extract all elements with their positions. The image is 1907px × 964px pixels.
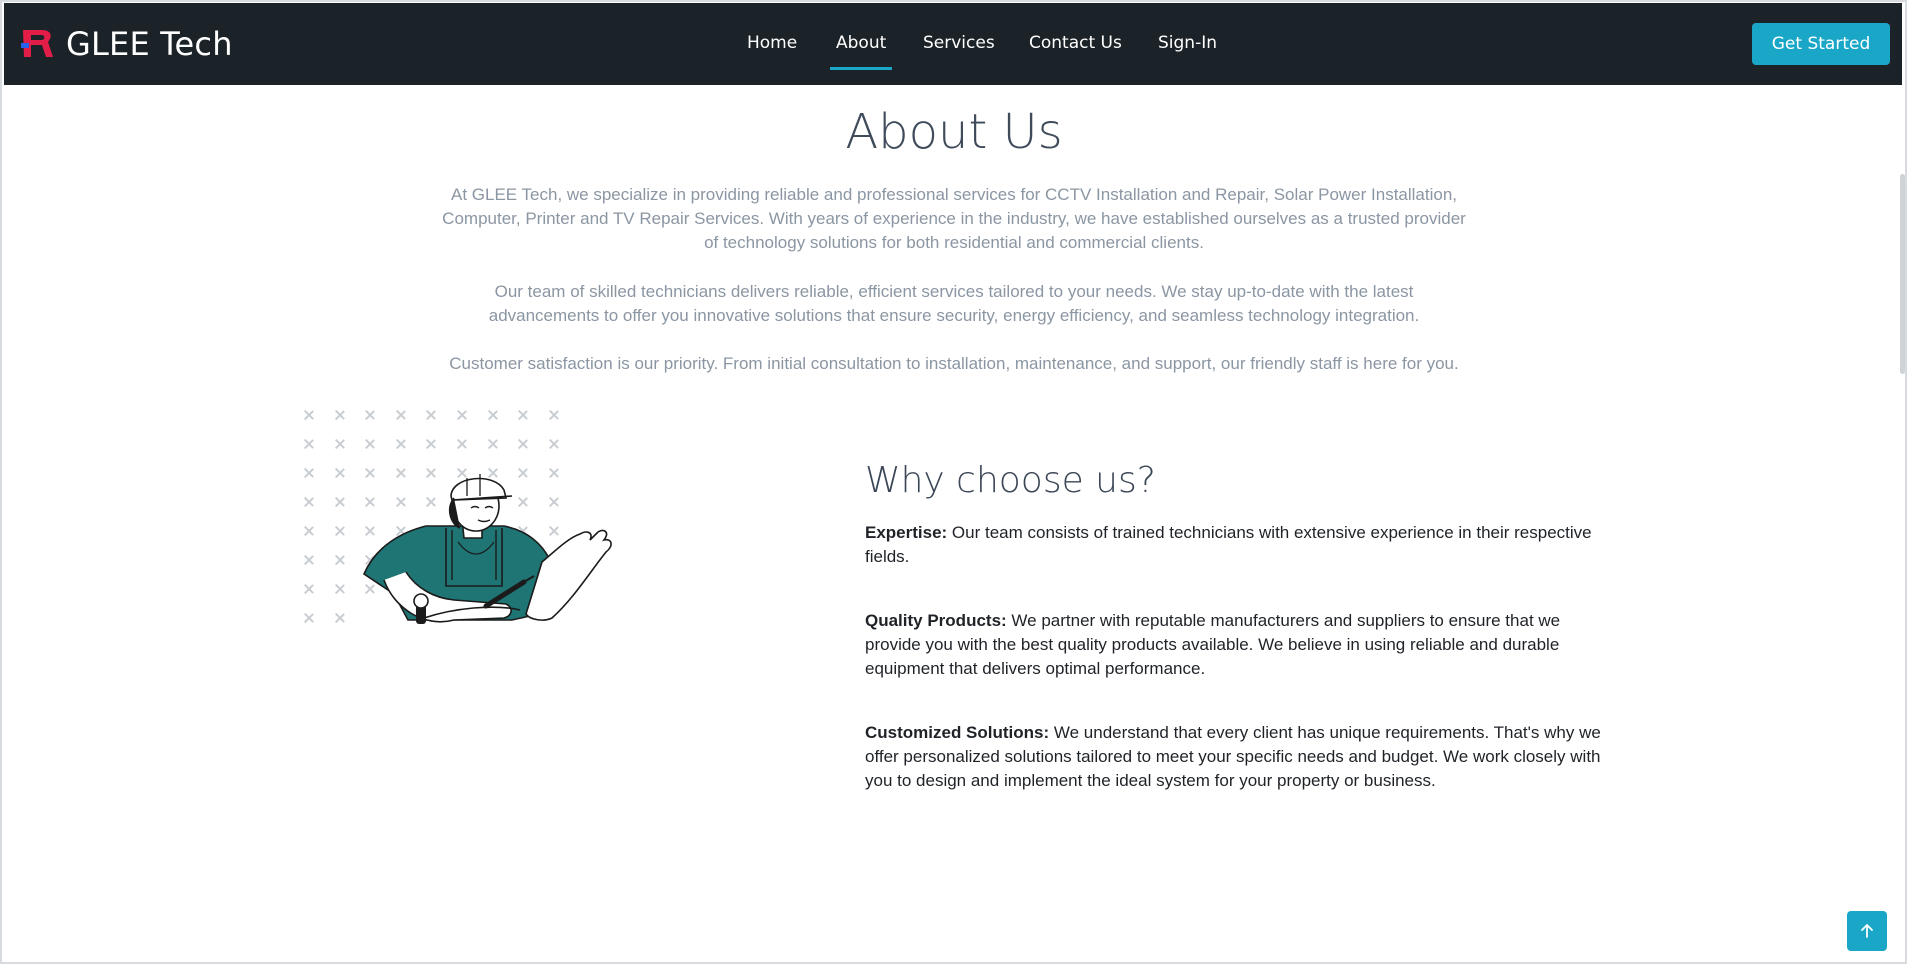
decorative-cross — [518, 410, 528, 420]
decorative-cross — [304, 584, 314, 594]
page-scrollbar[interactable] — [1900, 174, 1905, 374]
decorative-cross — [335, 526, 345, 536]
browser-viewport: GLEE Tech Home About Services Contact Us… — [0, 0, 1907, 964]
decorative-cross — [304, 410, 314, 420]
decorative-cross — [488, 439, 498, 449]
nav-services[interactable]: Services — [923, 33, 995, 53]
arrow-up-icon — [1861, 924, 1873, 938]
decorative-cross — [426, 410, 436, 420]
decorative-cross — [335, 468, 345, 478]
about-paragraph-2: Our team of skilled technicians delivers… — [488, 282, 1420, 325]
nav-sign-in[interactable]: Sign-In — [1158, 33, 1217, 53]
decorative-cross — [396, 439, 406, 449]
main-nav: Home About Services Contact Us Sign-In — [4, 3, 1902, 85]
decorative-cross — [304, 439, 314, 449]
decorative-cross — [365, 410, 375, 420]
decorative-cross — [304, 497, 314, 507]
decorative-cross — [335, 613, 345, 623]
why-item-customized-solutions: Customized Solutions: We understand that… — [865, 721, 1605, 793]
why-item-expertise: Expertise: Our team consists of trained … — [865, 521, 1605, 569]
decorative-cross — [304, 526, 314, 536]
decorative-cross — [457, 439, 467, 449]
decorative-cross — [396, 410, 406, 420]
decorative-cross — [335, 439, 345, 449]
decorative-cross — [335, 555, 345, 565]
why-item-label: Customized Solutions: — [865, 723, 1050, 742]
decorative-cross — [457, 410, 467, 420]
decorative-cross — [488, 410, 498, 420]
why-title: Why choose us? — [865, 460, 1156, 501]
nav-about[interactable]: About — [829, 33, 893, 70]
nav-home[interactable]: Home — [747, 33, 797, 53]
decorative-cross — [426, 439, 436, 449]
why-item-label: Expertise: — [865, 523, 948, 542]
about-paragraph-1: At GLEE Tech, we specialize in providing… — [442, 185, 1466, 252]
decorative-cross — [518, 439, 528, 449]
why-item-label: Quality Products: — [865, 611, 1007, 630]
decorative-cross — [304, 468, 314, 478]
technician-illustration — [363, 474, 612, 624]
decorative-cross — [549, 439, 559, 449]
decorative-cross — [304, 613, 314, 623]
decorative-cross — [304, 555, 314, 565]
nav-contact-us[interactable]: Contact Us — [1029, 33, 1122, 53]
about-title: About Us — [845, 104, 1063, 160]
decorative-cross — [335, 497, 345, 507]
scroll-to-top-button[interactable] — [1847, 911, 1887, 951]
why-item-quality-products: Quality Products: We partner with reputa… — [865, 609, 1605, 681]
decorative-cross — [549, 410, 559, 420]
get-started-button[interactable]: Get Started — [1752, 23, 1890, 65]
about-paragraph-3: Customer satisfaction is our priority. F… — [449, 354, 1459, 373]
decorative-cross — [335, 584, 345, 594]
decorative-cross — [335, 410, 345, 420]
why-item-text: Our team consists of trained technicians… — [865, 523, 1592, 566]
header-bar: GLEE Tech Home About Services Contact Us… — [4, 3, 1902, 85]
decorative-cross — [365, 439, 375, 449]
